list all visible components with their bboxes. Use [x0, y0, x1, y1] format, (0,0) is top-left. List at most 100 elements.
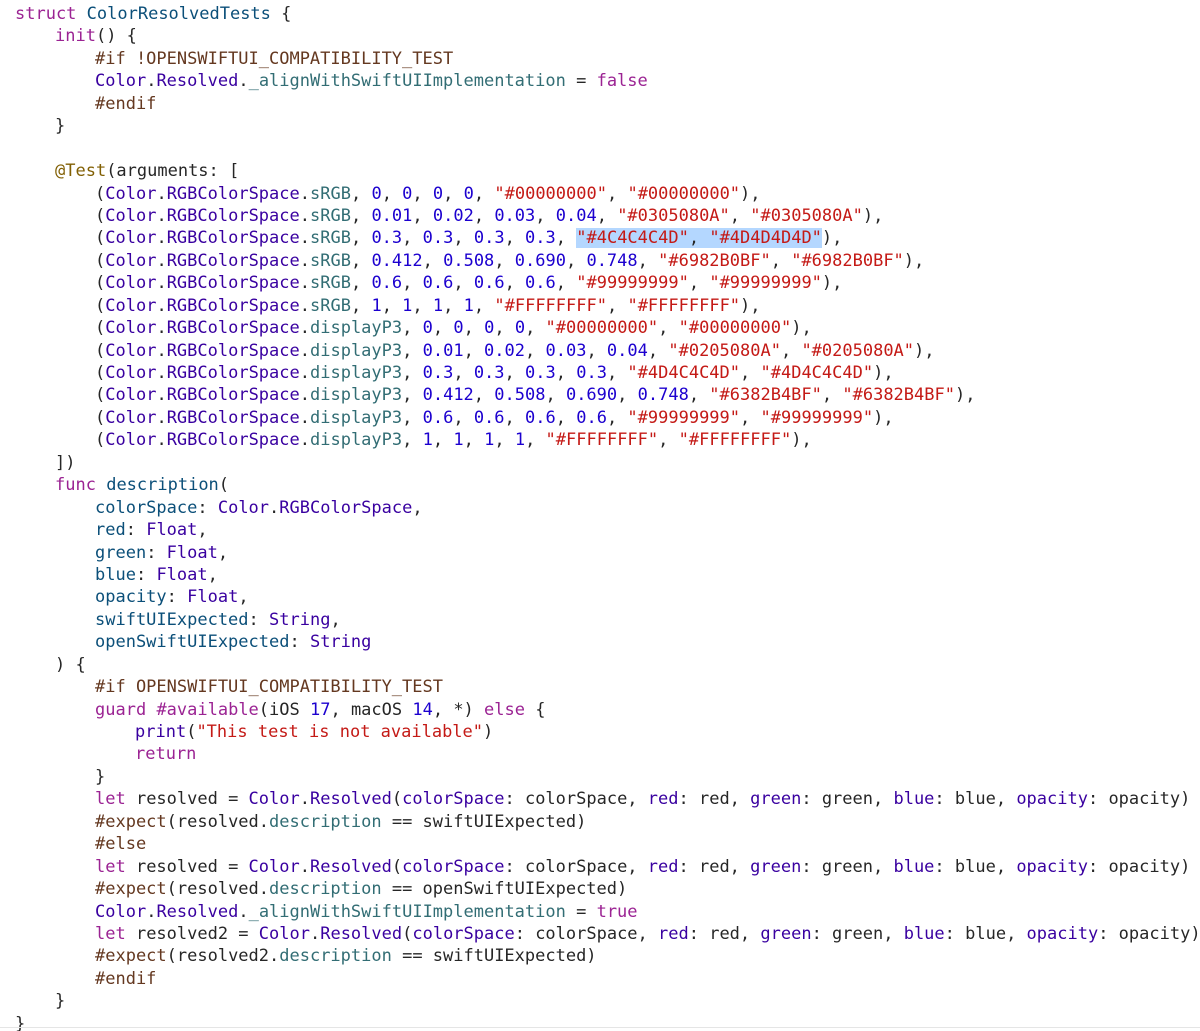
- code-line[interactable]: (Color.RGBColorSpace.displayP3, 0, 0, 0,…: [0, 317, 1200, 339]
- code-token: 0.3: [473, 228, 505, 249]
- code-token: .: [238, 901, 249, 922]
- code-line[interactable]: }: [0, 115, 1200, 137]
- code-line[interactable]: @Test(arguments: [: [0, 160, 1200, 182]
- code-token: (: [95, 228, 106, 249]
- code-line[interactable]: guard #available(iOS 17, macOS 14, *) el…: [0, 699, 1200, 721]
- code-token: displayP3: [310, 340, 403, 361]
- code-token: "#6382B4BF": [842, 385, 955, 406]
- code-line[interactable]: #else: [0, 833, 1200, 855]
- code-token: .: [156, 250, 167, 271]
- code-token: }: [55, 116, 66, 137]
- code-line[interactable]: #expect(resolved2.description == swiftUI…: [0, 945, 1200, 967]
- code-line[interactable]: (Color.RGBColorSpace.sRGB, 0, 0, 0, 0, "…: [0, 183, 1200, 205]
- code-line[interactable]: blue: Float,: [0, 564, 1200, 586]
- code-line[interactable]: (Color.RGBColorSpace.displayP3, 0.3, 0.3…: [0, 362, 1200, 384]
- code-token: Color: [105, 430, 157, 451]
- code-line[interactable]: (Color.RGBColorSpace.sRGB, 0.412, 0.508,…: [0, 250, 1200, 272]
- code-token: ),: [821, 228, 843, 249]
- code-line[interactable]: }: [0, 766, 1200, 788]
- code-token: ,: [412, 497, 423, 518]
- code-token: .: [299, 295, 310, 316]
- code-token: Resolved: [320, 923, 403, 944]
- code-line[interactable]: return: [0, 743, 1200, 765]
- code-line[interactable]: func description(: [0, 474, 1200, 496]
- code-token: =: [565, 71, 597, 92]
- code-token: ,: [453, 363, 474, 383]
- code-token: .: [156, 273, 167, 294]
- code-line[interactable]: green: Float,: [0, 542, 1200, 564]
- code-line[interactable]: struct ColorResolvedTests {: [0, 3, 1200, 25]
- code-line[interactable]: init() {: [0, 25, 1200, 47]
- code-token: 1: [371, 295, 382, 316]
- code-token: : colorSpace,: [504, 789, 648, 810]
- code-line[interactable]: }: [0, 990, 1200, 1012]
- code-line[interactable]: openSwiftUIExpected: String: [0, 631, 1200, 653]
- code-token: RGBColorSpace: [166, 183, 300, 204]
- code-line[interactable]: (Color.RGBColorSpace.sRGB, 0.6, 0.6, 0.6…: [0, 272, 1200, 294]
- code-line[interactable]: (Color.RGBColorSpace.sRGB, 1, 1, 1, 1, "…: [0, 295, 1200, 317]
- code-token: ),: [740, 183, 761, 204]
- code-line[interactable]: (Color.RGBColorSpace.displayP3, 0.01, 0.…: [0, 340, 1200, 362]
- code-line[interactable]: let resolved = Color.Resolved(colorSpace…: [0, 856, 1200, 878]
- code-token: Color: [217, 497, 270, 518]
- code-line[interactable]: swiftUIExpected: String,: [0, 609, 1200, 631]
- code-line[interactable]: ]): [0, 452, 1200, 474]
- code-token: .: [299, 385, 310, 406]
- code-token: green: [95, 542, 147, 563]
- code-token: _alignWithSwiftUIImplementation: [248, 901, 566, 922]
- code-token: ]): [55, 452, 76, 473]
- code-token: ,: [565, 250, 587, 271]
- code-token: ,: [555, 407, 577, 428]
- code-line[interactable]: }: [0, 1013, 1200, 1031]
- code-line[interactable]: Color.Resolved._alignWithSwiftUIImplemen…: [0, 901, 1200, 923]
- code-token: ,: [217, 542, 229, 563]
- code-token: :: [125, 520, 147, 541]
- code-token: Color: [105, 183, 157, 204]
- code-line[interactable]: ) {: [0, 654, 1200, 676]
- code-token: "#FFFFFFFF": [678, 430, 792, 451]
- code-token: 0.6: [473, 407, 505, 428]
- code-token: Resolved: [309, 789, 392, 810]
- code-line[interactable]: red: Float,: [0, 519, 1200, 541]
- code-token: ,: [381, 295, 403, 316]
- code-token: #endif: [95, 93, 157, 114]
- code-line[interactable]: (Color.RGBColorSpace.sRGB, 0.3, 0.3, 0.3…: [0, 227, 1200, 249]
- code-token: ,: [770, 250, 792, 271]
- code-line[interactable]: ​: [0, 138, 1200, 160]
- code-line[interactable]: #if !OPENSWIFTUI_COMPATIBILITY_TEST: [0, 48, 1200, 70]
- code-token: Color: [95, 901, 147, 922]
- code-line[interactable]: #endif: [0, 93, 1200, 115]
- code-line[interactable]: (Color.RGBColorSpace.displayP3, 0.6, 0.6…: [0, 407, 1200, 429]
- code-line[interactable]: #if OPENSWIFTUI_COMPATIBILITY_TEST: [0, 676, 1200, 698]
- code-line[interactable]: colorSpace: Color.RGBColorSpace,: [0, 497, 1200, 519]
- code-token: ,: [821, 385, 843, 406]
- code-token: ,: [504, 273, 526, 294]
- code-token: RGBColorSpace: [166, 295, 300, 316]
- code-line[interactable]: #endif: [0, 968, 1200, 990]
- code-line[interactable]: let resolved2 = Color.Resolved(colorSpac…: [0, 923, 1200, 945]
- code-token: ,: [412, 295, 433, 316]
- code-line[interactable]: print("This test is not available"): [0, 721, 1200, 743]
- code-token: ,: [658, 318, 679, 339]
- code-line[interactable]: (Color.RGBColorSpace.displayP3, 0.412, 0…: [0, 384, 1200, 406]
- code-line[interactable]: (Color.RGBColorSpace.sRGB, 0.01, 0.02, 0…: [0, 205, 1200, 227]
- code-token: 0.690: [514, 250, 566, 271]
- code-token: init: [55, 26, 96, 47]
- code-token: 0.748: [586, 250, 638, 271]
- code-line[interactable]: Color.Resolved._alignWithSwiftUIImplemen…: [0, 70, 1200, 92]
- code-line[interactable]: #expect(resolved.description == openSwif…: [0, 878, 1200, 900]
- code-token: @Test: [55, 161, 107, 182]
- source-code[interactable]: struct ColorResolvedTests {init() {#if !…: [0, 3, 1200, 1031]
- code-token: else: [484, 699, 525, 720]
- code-line[interactable]: opacity: Float,: [0, 586, 1200, 608]
- code-token: ,: [606, 363, 628, 383]
- code-token: Color: [105, 363, 157, 383]
- code-line[interactable]: (Color.RGBColorSpace.displayP3, 1, 1, 1,…: [0, 429, 1200, 451]
- code-line[interactable]: let resolved = Color.Resolved(colorSpace…: [0, 788, 1200, 810]
- code-token: ,: [780, 340, 802, 361]
- code-line[interactable]: #expect(resolved.description == swiftUIE…: [0, 811, 1200, 833]
- code-token: .: [299, 205, 310, 226]
- code-token: "This test is not available": [196, 722, 484, 742]
- code-token: ,: [422, 250, 444, 271]
- code-editor[interactable]: struct ColorResolvedTests {init() {#if !…: [0, 0, 1200, 1031]
